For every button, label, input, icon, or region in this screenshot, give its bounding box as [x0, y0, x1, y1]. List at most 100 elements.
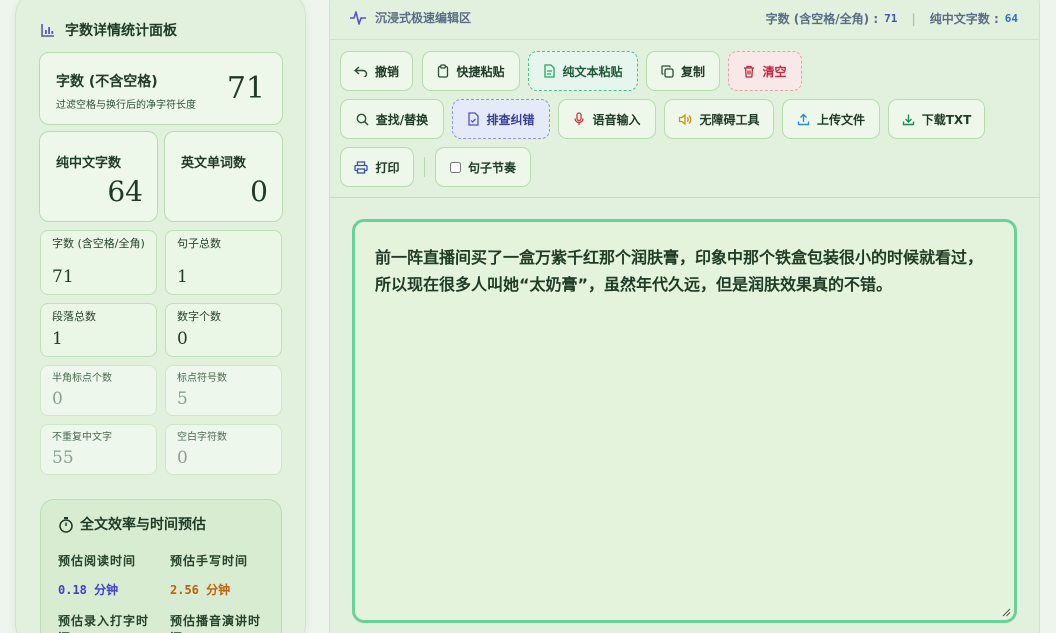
chinese-count-value: 64: [107, 175, 143, 208]
estimate-value: 2.56 分钟: [170, 583, 231, 597]
copy-icon: [661, 64, 674, 78]
speaker-icon: [679, 113, 692, 125]
accessibility-tools-button[interactable]: 无障碍工具: [664, 99, 774, 139]
stat-card-sentence-count: 句子总数 1: [165, 230, 282, 295]
search-icon: [356, 113, 369, 126]
stat-label: 空白字符数: [177, 432, 227, 443]
sentence-rhythm-toggle[interactable]: 句子节奏: [435, 147, 531, 187]
stat-card-punct-count: 标点符号数 5: [165, 365, 282, 416]
stat-value: 55: [52, 448, 74, 468]
header-stats: 字数 (含空格/全角) : 71 | 纯中文字数 : 64: [766, 10, 1018, 27]
file-check-icon: [468, 112, 480, 126]
stat-label: 标点符号数: [177, 373, 227, 384]
editor-title: 沉浸式极速编辑区: [375, 11, 472, 25]
stat-value: 0: [52, 389, 63, 409]
upload-file-button[interactable]: 上传文件: [782, 99, 880, 139]
sentence-rhythm-label: 句子节奏: [467, 160, 516, 175]
proofread-label: 排查纠错: [486, 112, 535, 127]
estimate-label: 预估阅读时间: [58, 554, 137, 568]
stopwatch-icon: [59, 516, 73, 533]
accessibility-tools-label: 无障碍工具: [699, 112, 760, 127]
undo-icon: [353, 66, 368, 77]
stat-value: 1: [177, 267, 188, 287]
word-count-sublabel: 过滤空格与换行后的净字符长度: [56, 100, 196, 111]
undo-label: 撤销: [374, 64, 399, 79]
estimate-label: 预估手写时间: [170, 554, 249, 568]
editor-header: 沉浸式极速编辑区 字数 (含空格/全角) : 71 | 纯中文字数 : 64: [329, 0, 1040, 40]
stat-card-full-width-count: 字数 (含空格/全角) 71: [40, 230, 157, 295]
bar-chart-icon: [41, 24, 54, 37]
word-count-card: 字数 (不含空格) 过滤空格与换行后的净字符长度 71: [39, 52, 283, 125]
copy-label: 复制: [680, 64, 705, 79]
word-count-value: 71: [226, 71, 265, 106]
header-stat2-value: 64: [1004, 12, 1018, 25]
file-text-icon: [544, 64, 556, 78]
english-count-label: 英文单词数: [181, 156, 247, 171]
stats-panel-header: 字数详情统计面板: [40, 20, 177, 40]
stat-value: 1: [52, 329, 63, 349]
microphone-icon: [574, 112, 585, 125]
estimate-label: 预估播音演讲时间: [170, 614, 262, 633]
printer-icon: [354, 160, 369, 174]
clear-button[interactable]: 清空: [728, 51, 802, 91]
find-replace-button[interactable]: 查找/替换: [340, 99, 444, 139]
estimate-write-time: 预估手写时间 2.56 分钟: [170, 552, 248, 598]
stat-card-halfwidth-punct: 半角标点个数 0: [40, 365, 157, 416]
editor-title-row: 沉浸式极速编辑区: [349, 9, 471, 26]
estimate-value: 0.18 分钟: [58, 583, 119, 597]
stat-label: 半角标点个数: [52, 373, 112, 384]
quick-paste-button[interactable]: 快捷粘贴: [422, 51, 520, 91]
header-stat1-value: 71: [884, 12, 898, 25]
english-count-value: 0: [250, 175, 268, 208]
stat-card-digit-count: 数字个数 0: [165, 303, 282, 357]
plain-text-paste-label: 纯文本粘贴: [562, 64, 623, 79]
find-replace-label: 查找/替换: [375, 112, 429, 127]
estimate-read-time: 预估阅读时间 0.18 分钟: [58, 552, 136, 598]
print-label: 打印: [375, 160, 400, 175]
efficiency-card: 全文效率与时间预估 预估阅读时间 0.18 分钟 预估手写时间 2.56 分钟 …: [40, 499, 282, 633]
stat-label: 段落总数: [52, 310, 96, 323]
efficiency-title: 全文效率与时间预估: [80, 517, 206, 533]
clipboard-icon: [438, 64, 449, 78]
stat-label: 字数 (含空格/全角): [52, 237, 145, 250]
stat-card-unique-chinese: 不重复中文字 55: [40, 424, 157, 475]
toolbar-divider: [424, 157, 425, 177]
chinese-count-label: 纯中文字数: [56, 156, 122, 171]
clear-label: 清空: [762, 64, 787, 79]
voice-input-label: 语音输入: [592, 112, 641, 127]
copy-button[interactable]: 复制: [646, 51, 720, 91]
download-txt-button[interactable]: 下载TXT: [888, 99, 985, 139]
chinese-count-card: 纯中文字数 64: [39, 131, 158, 222]
resize-grip-icon[interactable]: [1002, 608, 1011, 617]
stat-card-whitespace: 空白字符数 0: [165, 424, 282, 475]
header-stat2-label: 纯中文字数 :: [929, 12, 999, 26]
stat-label: 句子总数: [177, 237, 221, 250]
estimate-typing-time: 预估录入打字时间: [58, 613, 154, 633]
stat-card-paragraph-count: 段落总数 1: [40, 303, 157, 357]
undo-button[interactable]: 撤销: [340, 51, 413, 91]
quick-paste-label: 快捷粘贴: [456, 64, 505, 79]
efficiency-title-row: 全文效率与时间预估: [58, 514, 206, 534]
estimate-label: 预估录入打字时间: [58, 614, 150, 633]
upload-icon: [797, 113, 810, 125]
word-count-label: 字数 (不含空格): [56, 74, 158, 90]
trash-icon: [744, 65, 755, 78]
stat-value: 5: [177, 389, 188, 409]
activity-icon: [350, 10, 366, 25]
plain-text-paste-button[interactable]: 纯文本粘贴: [528, 51, 638, 91]
header-stat1-label: 字数 (含空格/全角) :: [765, 12, 879, 26]
english-count-card: 英文单词数 0: [164, 131, 283, 222]
sentence-rhythm-checkbox[interactable]: [449, 161, 461, 173]
header-divider: |: [911, 11, 916, 26]
print-button[interactable]: 打印: [340, 147, 414, 187]
stat-value: 0: [177, 448, 188, 468]
upload-file-label: 上传文件: [816, 112, 865, 127]
download-icon: [902, 114, 914, 125]
download-txt-label: 下载TXT: [921, 112, 972, 127]
stat-value: 0: [177, 329, 188, 349]
voice-input-button[interactable]: 语音输入: [558, 99, 656, 139]
editor-text: 前一阵直播间买了一盒万紫千红那个润肤膏，印象中那个铁盒包装很小的时候就看过，所以…: [375, 248, 984, 294]
stat-label: 数字个数: [177, 310, 221, 323]
proofread-button[interactable]: 排查纠错: [452, 99, 550, 139]
editor-textarea[interactable]: 前一阵直播间买了一盒万紫千红那个润肤膏，印象中那个铁盒包装很小的时候就看过，所以…: [352, 219, 1017, 623]
